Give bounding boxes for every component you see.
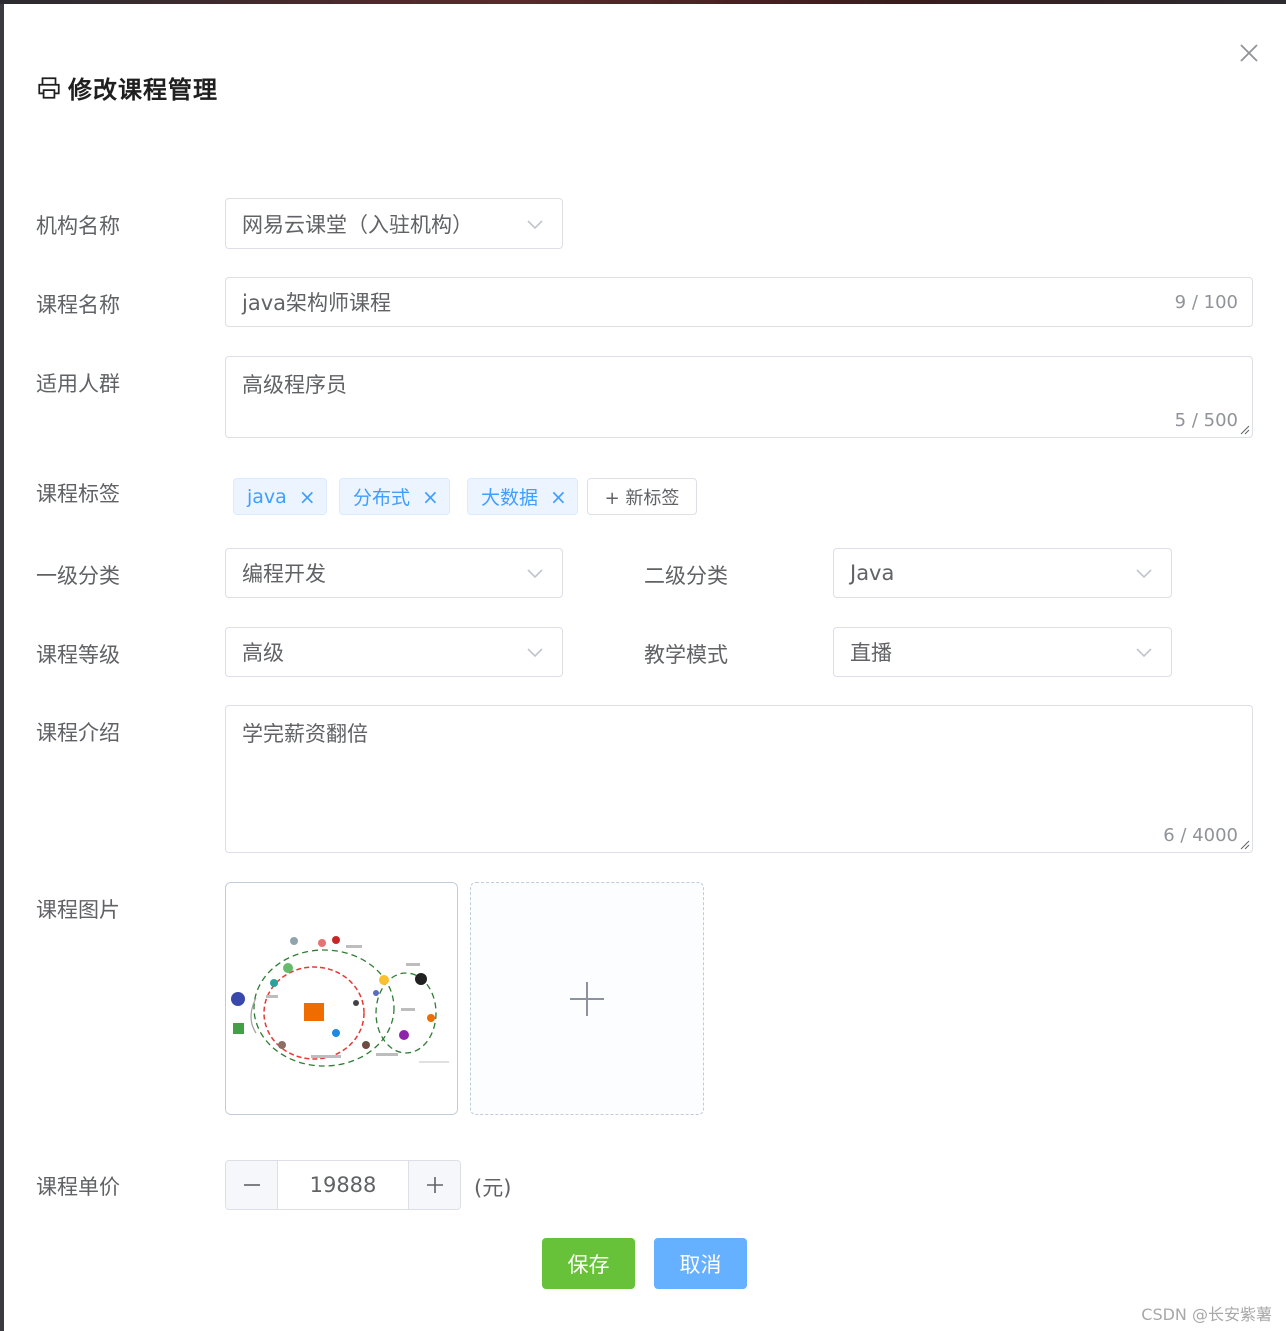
course-image: [226, 883, 457, 1114]
teach-mode-label: 教学模式: [644, 643, 728, 667]
price-input[interactable]: 19888: [278, 1161, 408, 1209]
intro-value: 学完薪资翻倍: [242, 722, 368, 746]
cancel-button[interactable]: 取消: [654, 1238, 747, 1289]
audience-textarea[interactable]: 高级程序员 5 / 500: [225, 356, 1253, 438]
tag-label: 分布式: [353, 487, 411, 509]
category1-value: 编程开发: [242, 562, 326, 586]
chevron-down-icon: [1136, 648, 1152, 658]
level-value: 高级: [242, 641, 284, 665]
audience-value: 高级程序员: [242, 373, 347, 397]
edit-course-dialog: 修改课程管理 机构名称 网易云课堂（入驻机构） 课程名称 java架构师课程 9…: [4, 4, 1286, 1331]
org-select-value: 网易云课堂（入驻机构）: [242, 212, 473, 237]
resize-handle-icon[interactable]: [1238, 838, 1250, 850]
intro-counter: 6 / 4000: [1163, 825, 1238, 846]
course-image-thumbnail[interactable]: [225, 882, 458, 1115]
picture-label: 课程图片: [36, 898, 120, 922]
category2-select[interactable]: Java: [833, 548, 1172, 598]
tag-java[interactable]: java ×: [233, 478, 327, 515]
price-label: 课程单价: [36, 1175, 120, 1199]
course-name-label: 课程名称: [36, 293, 120, 317]
tags-label: 课程标签: [36, 482, 120, 506]
course-name-counter: 9 / 100: [1174, 292, 1238, 313]
price-unit: (元): [474, 1176, 512, 1200]
tag-label: java: [247, 485, 287, 508]
tag-close-icon[interactable]: ×: [299, 487, 316, 507]
category2-value: Java: [850, 561, 895, 585]
tag-close-icon[interactable]: ×: [422, 487, 439, 507]
chevron-down-icon: [527, 648, 543, 658]
level-select[interactable]: 高级: [225, 627, 563, 677]
chevron-down-icon: [527, 219, 543, 229]
category2-label: 二级分类: [644, 564, 728, 588]
plus-icon: [570, 981, 604, 1016]
minus-icon: [243, 1184, 260, 1186]
resize-handle-icon[interactable]: [1238, 423, 1250, 435]
watermark: CSDN @长安紫薯: [1141, 1305, 1272, 1324]
dialog-header: 修改课程管理: [36, 70, 218, 105]
tag-bigdata[interactable]: 大数据 ×: [467, 478, 578, 515]
chevron-down-icon: [527, 569, 543, 579]
save-button[interactable]: 保存: [542, 1238, 635, 1289]
tag-label: 大数据: [481, 487, 539, 509]
image-upload-button[interactable]: [470, 882, 704, 1115]
level-label: 课程等级: [36, 643, 120, 667]
intro-label: 课程介绍: [36, 721, 120, 745]
plus-icon: [426, 1177, 443, 1193]
intro-textarea[interactable]: 学完薪资翻倍 6 / 4000: [225, 705, 1253, 853]
new-tag-button[interactable]: + 新标签: [587, 478, 697, 515]
audience-counter: 5 / 500: [1174, 410, 1238, 431]
category1-select[interactable]: 编程开发: [225, 548, 563, 598]
teach-mode-value: 直播: [850, 641, 892, 665]
teach-mode-select[interactable]: 直播: [833, 627, 1172, 677]
price-stepper[interactable]: 19888: [225, 1160, 461, 1210]
chevron-down-icon: [1136, 569, 1152, 579]
printer-icon: [38, 76, 60, 99]
course-name-input[interactable]: java架构师课程 9 / 100: [225, 277, 1253, 327]
course-name-value: java架构师课程: [242, 291, 391, 315]
category1-label: 一级分类: [36, 564, 120, 588]
close-icon[interactable]: [1238, 42, 1260, 64]
dialog-title: 修改课程管理: [68, 76, 218, 104]
tag-distributed[interactable]: 分布式 ×: [339, 478, 450, 515]
decrease-button[interactable]: [226, 1161, 278, 1209]
org-label: 机构名称: [36, 214, 120, 238]
increase-button[interactable]: [408, 1161, 460, 1209]
tag-close-icon[interactable]: ×: [550, 487, 567, 507]
org-select[interactable]: 网易云课堂（入驻机构）: [225, 198, 563, 249]
audience-label: 适用人群: [36, 372, 120, 396]
